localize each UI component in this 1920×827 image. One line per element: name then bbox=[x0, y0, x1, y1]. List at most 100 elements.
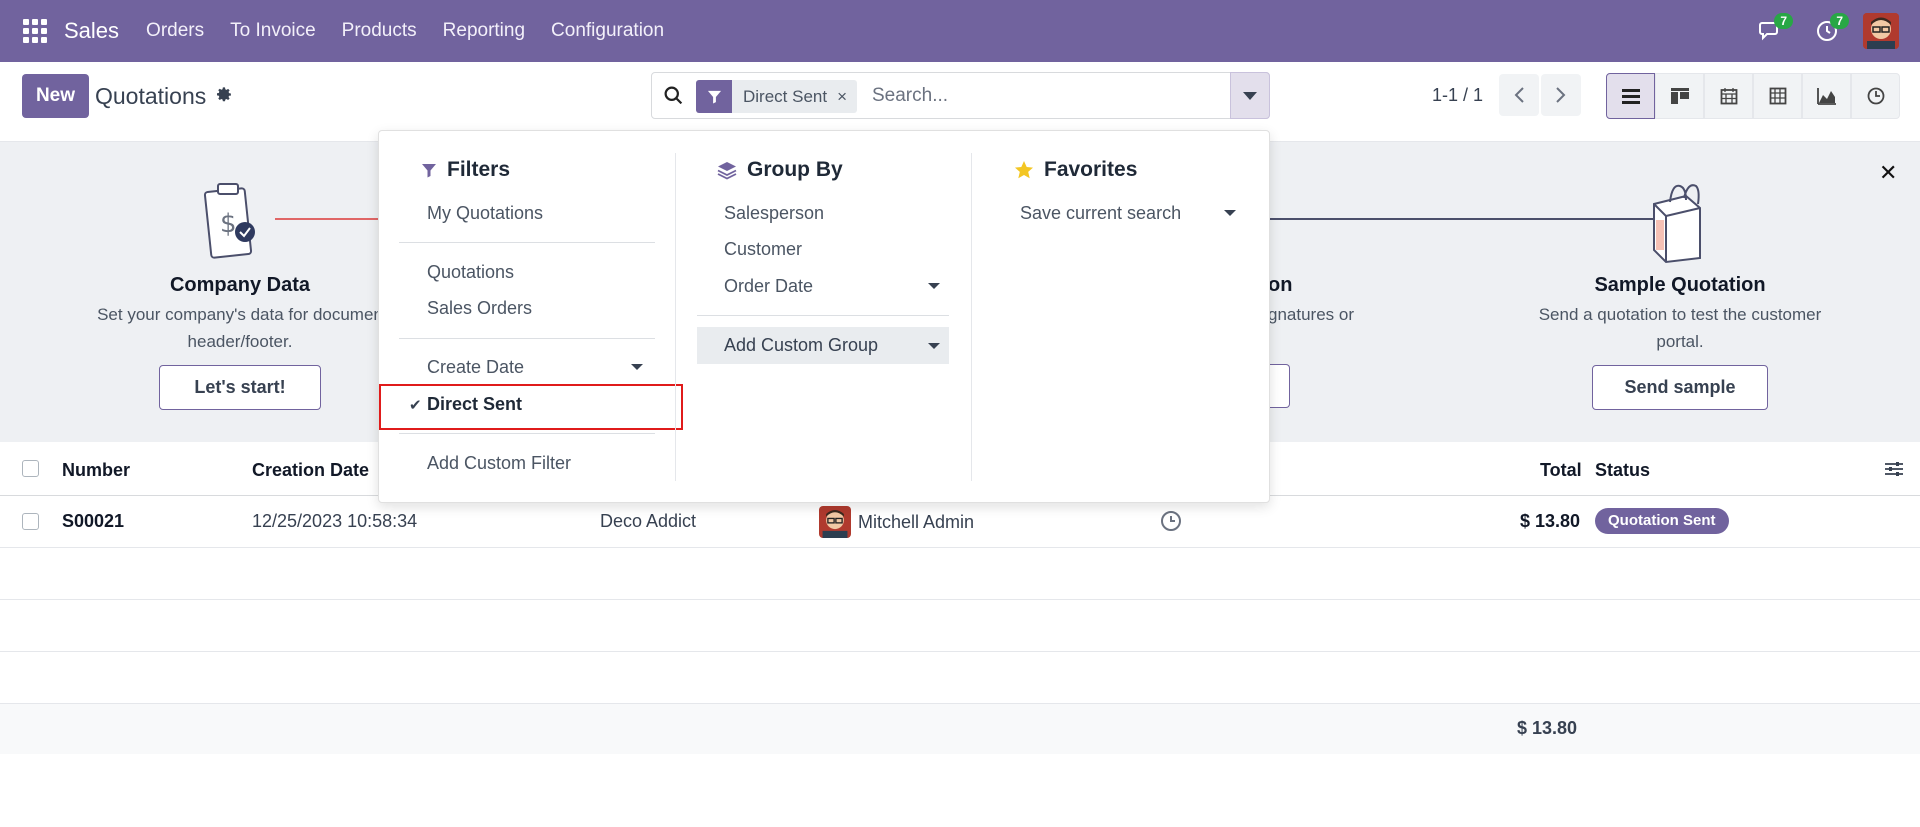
column-separator bbox=[971, 153, 972, 481]
view-switcher bbox=[1606, 73, 1900, 119]
menu-reporting[interactable]: Reporting bbox=[443, 20, 525, 42]
filters-header: Filters bbox=[421, 158, 510, 182]
activity-view-button[interactable] bbox=[1851, 73, 1900, 119]
activities-button[interactable]: 7 bbox=[1807, 11, 1849, 51]
pivot-icon bbox=[1769, 87, 1786, 105]
group-customer[interactable]: Customer bbox=[724, 239, 802, 260]
chevron-down-icon[interactable] bbox=[928, 283, 940, 289]
favorites-header: Favorites bbox=[1014, 158, 1137, 182]
messages-button[interactable]: 7 bbox=[1751, 11, 1793, 51]
group-by-title: Group By bbox=[747, 158, 843, 181]
facet-label: Direct Sent bbox=[743, 86, 828, 106]
shopping-bags-icon bbox=[1653, 184, 1701, 264]
activity-clock-icon[interactable] bbox=[1160, 510, 1182, 532]
new-button[interactable]: New bbox=[22, 74, 89, 118]
check-icon: ✔ bbox=[409, 397, 422, 414]
filter-sales-orders[interactable]: Sales Orders bbox=[427, 298, 532, 319]
step-description: Send a quotation to test the customer po… bbox=[1500, 301, 1860, 355]
step-description: Set your company's data for documen head… bbox=[60, 301, 420, 355]
activities-badge: 7 bbox=[1830, 13, 1849, 29]
menu-products[interactable]: Products bbox=[342, 20, 417, 42]
select-all-checkbox[interactable] bbox=[22, 460, 39, 477]
close-banner-button[interactable]: ✕ bbox=[1879, 160, 1897, 186]
filter-my-quotations[interactable]: My Quotations bbox=[427, 203, 543, 224]
empty-row bbox=[0, 549, 1920, 600]
chevron-right-icon bbox=[1556, 87, 1566, 103]
top-navbar: Sales Orders To Invoice Products Reporti… bbox=[0, 0, 1920, 62]
cell-number: S00021 bbox=[62, 511, 125, 531]
row-checkbox[interactable] bbox=[22, 513, 39, 530]
step-desc-line-2: portal. bbox=[1656, 332, 1704, 351]
send-sample-button[interactable]: Send sample bbox=[1592, 365, 1768, 410]
grand-total: $ 13.80 bbox=[1517, 718, 1578, 738]
step-title: Sample Quotation bbox=[1594, 274, 1766, 296]
column-status[interactable]: Status bbox=[1595, 460, 1650, 481]
graph-icon bbox=[1816, 88, 1836, 105]
search-bar: Direct Sent × bbox=[651, 72, 1270, 119]
divider bbox=[399, 433, 655, 434]
filter-icon bbox=[422, 164, 436, 178]
calendar-icon bbox=[1720, 88, 1737, 105]
app-name[interactable]: Sales bbox=[64, 18, 119, 44]
step-partial-title: on bbox=[1268, 274, 1293, 296]
list-icon bbox=[1621, 89, 1640, 104]
step-desc-line-2: header/footer. bbox=[187, 332, 293, 351]
column-total[interactable]: Total bbox=[1540, 460, 1582, 481]
empty-row bbox=[0, 653, 1920, 704]
save-current-search[interactable]: Save current search bbox=[1020, 203, 1181, 224]
activity-icon bbox=[1867, 87, 1884, 105]
search-options-dropdown: Filters My Quotations Quotations Sales O… bbox=[378, 130, 1270, 503]
column-number[interactable]: Number bbox=[62, 460, 130, 481]
chevron-down-icon[interactable] bbox=[1224, 210, 1236, 216]
group-by-header: Group By bbox=[717, 158, 843, 182]
group-salesperson[interactable]: Salesperson bbox=[724, 203, 824, 224]
star-icon bbox=[1015, 161, 1033, 179]
divider bbox=[399, 338, 655, 339]
search-facet: Direct Sent × bbox=[696, 80, 858, 113]
cell-total: $ 13.80 bbox=[1520, 511, 1581, 531]
step-desc-line-1: Send a quotation to test the customer bbox=[1538, 305, 1822, 324]
optional-columns-icon[interactable] bbox=[1884, 460, 1904, 478]
step-title: Company Data bbox=[169, 274, 311, 296]
filters-title: Filters bbox=[447, 158, 511, 181]
step-company-data: $ Company Data Set your company's data f… bbox=[60, 176, 420, 410]
search-icon bbox=[664, 86, 683, 105]
filter-create-date[interactable]: Create Date bbox=[427, 357, 524, 378]
messages-badge: 7 bbox=[1774, 13, 1793, 29]
user-avatar[interactable] bbox=[1863, 13, 1899, 49]
facet-remove-button[interactable]: × bbox=[837, 87, 847, 107]
cell-salesperson: Mitchell Admin bbox=[858, 512, 975, 532]
pivot-view-button[interactable] bbox=[1753, 73, 1802, 119]
step-sample-quotation: Sample Quotation Send a quotation to tes… bbox=[1500, 176, 1860, 410]
lets-start-button[interactable]: Let's start! bbox=[159, 365, 321, 410]
calendar-view-button[interactable] bbox=[1704, 73, 1753, 119]
kanban-view-button[interactable] bbox=[1655, 73, 1704, 119]
status-badge: Quotation Sent bbox=[1595, 508, 1729, 534]
menu-to-invoice[interactable]: To Invoice bbox=[230, 20, 316, 42]
column-creation-date[interactable]: Creation Date bbox=[252, 460, 369, 481]
chevron-left-icon bbox=[1514, 87, 1524, 103]
kanban-icon bbox=[1670, 88, 1689, 104]
filter-quotations[interactable]: Quotations bbox=[427, 262, 514, 283]
pager-value[interactable]: 1-1 / 1 bbox=[1432, 85, 1483, 106]
search-options-toggle[interactable] bbox=[1230, 72, 1270, 119]
step-partial-desc: gnatures or bbox=[1268, 305, 1354, 324]
divider bbox=[697, 315, 949, 316]
divider bbox=[399, 242, 655, 243]
filter-icon bbox=[696, 80, 732, 113]
apps-menu-icon[interactable] bbox=[23, 19, 47, 43]
step-desc-line-1: Set your company's data for documen bbox=[97, 305, 383, 324]
add-custom-filter[interactable]: Add Custom Filter bbox=[427, 453, 571, 474]
menu-configuration[interactable]: Configuration bbox=[551, 20, 664, 42]
graph-view-button[interactable] bbox=[1802, 73, 1851, 119]
filter-direct-sent[interactable]: Direct Sent bbox=[427, 394, 522, 415]
list-view-button[interactable] bbox=[1606, 73, 1655, 119]
menu-orders[interactable]: Orders bbox=[146, 20, 204, 42]
table-row[interactable]: S00021 12/25/2023 10:58:34 Deco Addict M… bbox=[0, 496, 1920, 548]
search-input[interactable] bbox=[872, 81, 1212, 111]
group-order-date[interactable]: Order Date bbox=[724, 276, 813, 297]
gear-icon[interactable] bbox=[216, 86, 233, 103]
pager-next-button[interactable] bbox=[1541, 74, 1581, 116]
chevron-down-icon[interactable] bbox=[631, 364, 643, 370]
pager-previous-button[interactable] bbox=[1499, 74, 1539, 116]
